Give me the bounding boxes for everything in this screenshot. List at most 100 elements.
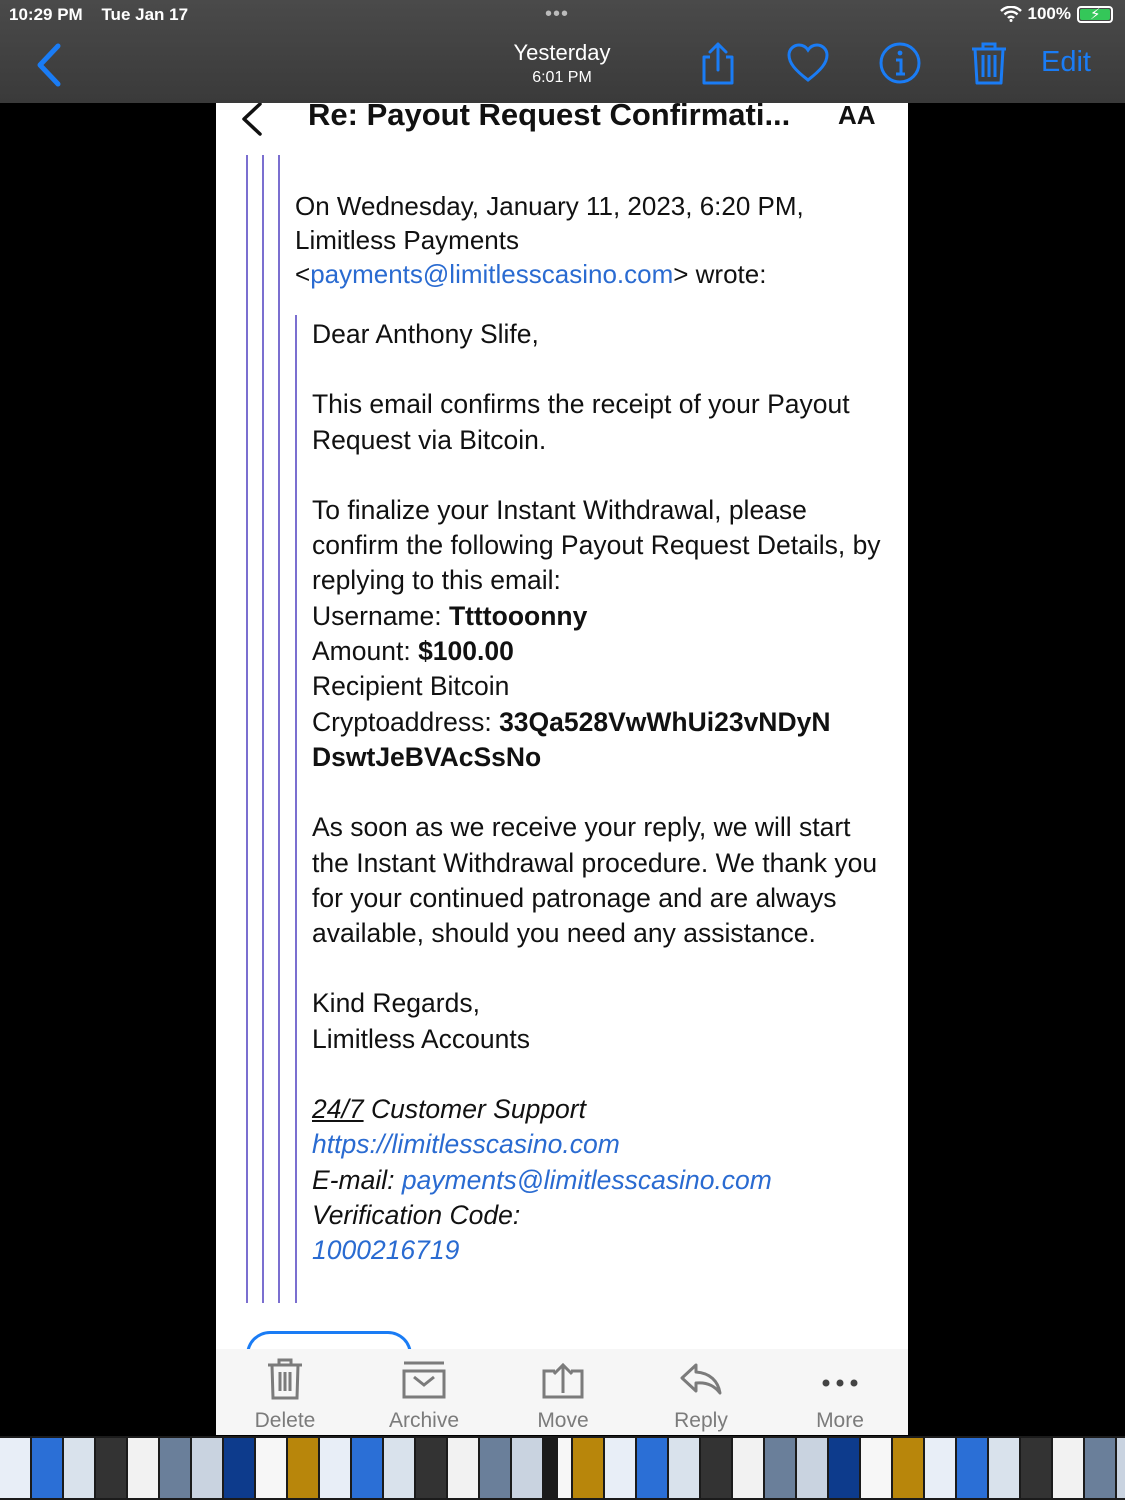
quote-bar [262, 155, 264, 1303]
move-button[interactable]: Move [508, 1357, 618, 1433]
photo-thumbnail[interactable] [558, 1438, 571, 1498]
recipient-line: Recipient Bitcoin [312, 671, 510, 702]
paragraph-procedure: As soon as we receive your reply, we wil… [312, 812, 878, 949]
paragraph-receipt: This email confirms the receipt of your … [312, 389, 850, 455]
status-bar-right: 100% ⚡ [999, 4, 1113, 24]
reply-arrow-icon [680, 1363, 722, 1395]
amount-value: $100.00 [418, 636, 514, 667]
email-line: E-mail: payments@limitlesscasino.com [312, 1164, 772, 1195]
archive-button[interactable]: Archive [369, 1357, 479, 1433]
photo-thumbnail[interactable] [384, 1438, 414, 1498]
photo-thumbnail[interactable] [605, 1438, 635, 1498]
more-dots-icon [822, 1379, 858, 1387]
photo-thumbnail[interactable] [925, 1438, 955, 1498]
photo-thumbnail[interactable] [1085, 1438, 1115, 1498]
move-label: Move [537, 1409, 589, 1432]
photo-thumbnail[interactable] [893, 1438, 923, 1498]
multitasking-dots[interactable]: ••• [545, 3, 569, 26]
delete-label: Delete [254, 1409, 316, 1432]
mail-action-toolbar: Delete Archive Move Reply More [216, 1349, 908, 1435]
battery-percent: 100% [1027, 4, 1071, 23]
photo-thumbnail[interactable] [128, 1438, 158, 1498]
verification-code[interactable]: 1000216719 [312, 1235, 459, 1265]
photo-thumbnail[interactable] [0, 1438, 30, 1498]
support-line: 24/7 Customer Support [312, 1094, 586, 1125]
website-link[interactable]: https://limitlesscasino.com [312, 1129, 620, 1159]
photo-thumbnail[interactable] [829, 1438, 859, 1498]
photo-thumbnail[interactable] [1053, 1438, 1083, 1498]
quote-header-sender: Limitless Payments [295, 225, 519, 255]
more-button[interactable]: More [785, 1357, 895, 1433]
photo-thumbnail[interactable] [989, 1438, 1019, 1498]
verification-label: Verification Code: [312, 1199, 521, 1230]
email-quote-header: On Wednesday, January 11, 2023, 6:20 PM,… [295, 189, 855, 291]
photo-thumbnail-strip[interactable] [0, 1436, 1125, 1500]
more-label: More [816, 1409, 864, 1432]
photo-thumbnail[interactable] [765, 1438, 795, 1498]
photo-thumbnail[interactable] [352, 1438, 382, 1498]
reply-button[interactable]: Reply [646, 1357, 756, 1433]
text-size-icon[interactable]: AA [838, 103, 876, 131]
photo-thumbnail[interactable] [480, 1438, 510, 1498]
photo-thumbnail[interactable] [573, 1438, 603, 1498]
email-view: Re: Payout Request Confirmati... AA On W… [216, 103, 908, 1435]
closing: Kind Regards, [312, 988, 480, 1019]
sender-email-link[interactable]: payments@limitlesscasino.com [310, 259, 673, 289]
move-folder-icon [542, 1362, 584, 1399]
photo-thumbnail[interactable] [733, 1438, 763, 1498]
support-email-link[interactable]: payments@limitlesscasino.com [402, 1165, 772, 1195]
photo-thumbnail[interactable] [448, 1438, 478, 1498]
photo-thumbnail[interactable] [256, 1438, 286, 1498]
photo-thumbnail[interactable] [797, 1438, 827, 1498]
username-line: Username: Ttttooonny [312, 600, 588, 631]
info-icon[interactable] [877, 40, 923, 86]
photo-thumbnail[interactable] [320, 1438, 350, 1498]
email-subject: Re: Payout Request Confirmati... [308, 103, 791, 132]
closing-name: Limitless Accounts [312, 1023, 530, 1054]
delete-button[interactable]: Delete [230, 1357, 340, 1433]
photo-thumbnail[interactable] [32, 1438, 62, 1498]
photo-thumbnail[interactable] [1021, 1438, 1051, 1498]
heart-icon[interactable] [785, 40, 831, 86]
greeting: Dear Anthony Slife, [312, 319, 539, 349]
paragraph-finalize: To finalize your Instant Withdrawal, ple… [312, 494, 881, 596]
quote-bar [278, 155, 280, 1303]
battery-icon: ⚡ [1077, 5, 1113, 23]
mail-back-icon[interactable] [238, 103, 266, 137]
photo-thumbnail[interactable] [669, 1438, 699, 1498]
amount-line: Amount: $100.00 [312, 636, 514, 667]
photo-thumbnail[interactable] [637, 1438, 667, 1498]
photo-thumbnail[interactable] [160, 1438, 190, 1498]
archive-icon [402, 1361, 446, 1399]
photo-thumbnail[interactable] [416, 1438, 446, 1498]
share-icon[interactable] [695, 40, 741, 86]
photo-thumbnail[interactable] [96, 1438, 126, 1498]
quote-bar [246, 155, 248, 1303]
photo-thumbnail[interactable] [192, 1438, 222, 1498]
status-bar-left: 10:29 PM Tue Jan 17 [9, 5, 202, 25]
back-chevron-icon[interactable] [32, 42, 72, 88]
edit-button[interactable]: Edit [1041, 46, 1091, 79]
photo-thumbnail[interactable] [957, 1438, 987, 1498]
status-time: 10:29 PM [9, 5, 83, 24]
photo-thumbnail[interactable] [288, 1438, 318, 1498]
reply-label: Reply [674, 1409, 728, 1432]
crypto-address-line-2: DswtJeBVAcSsNo [312, 740, 882, 775]
trash-icon[interactable] [966, 40, 1012, 86]
verification-line: 1000216719 [312, 1233, 882, 1268]
photo-thumbnail[interactable] [64, 1438, 94, 1498]
crypto-address-value-2: DswtJeBVAcSsNo [312, 741, 542, 772]
photo-thumbnail[interactable] [512, 1438, 542, 1498]
username-value: Ttttooonny [448, 600, 588, 631]
quote-header-address: <payments@limitlesscasino.com> wrote: [295, 259, 767, 289]
photo-thumbnail[interactable] [1117, 1438, 1125, 1498]
photo-thumbnail[interactable] [224, 1438, 254, 1498]
archive-label: Archive [388, 1409, 460, 1432]
photo-thumbnail[interactable] [701, 1438, 731, 1498]
crypto-address-value: 33Qa528VwWhUi23vNDyN [499, 706, 831, 737]
photo-viewer-topbar: 10:29 PM Tue Jan 17 ••• 100% ⚡ Yesterday… [0, 0, 1125, 103]
status-date: Tue Jan 17 [101, 5, 189, 24]
quote-header-date: On Wednesday, January 11, 2023, 6:20 PM, [295, 191, 804, 221]
photo-thumbnail[interactable] [861, 1438, 891, 1498]
crypto-address-line: Cryptoaddress: 33Qa528VwWhUi23vNDyN [312, 706, 831, 737]
